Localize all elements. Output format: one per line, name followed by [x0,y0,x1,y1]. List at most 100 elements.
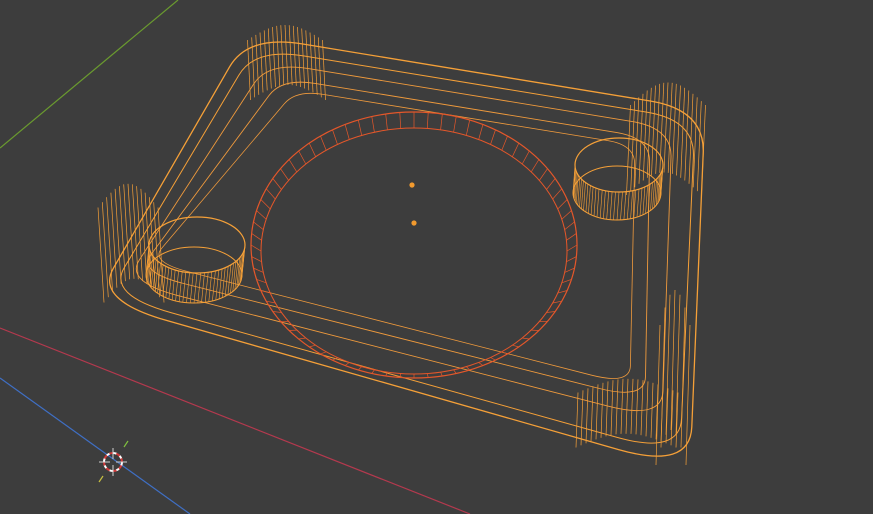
corner-fan-top-left [259,32,264,93]
ring-segment [320,351,327,355]
corner-fan-bottom-right [630,378,634,434]
cup-wall-edge [652,180,655,209]
cup-wall-edge [585,184,589,213]
corner-fan-bottom-right [585,388,589,444]
ring-segment [272,178,282,190]
corner-fan-bottom-right [620,378,624,434]
corner-fan-right [675,294,681,435]
cup-wall-edge [606,191,609,220]
corner-fan-top-right [663,82,669,173]
corner-fan-bottom-right [650,382,654,438]
tray-body-wireframe[interactable] [108,41,704,457]
ring-segment [564,267,575,273]
cup-wall-edge [596,189,600,218]
corner-fan-right [660,307,666,448]
ring-segment [288,159,298,173]
ring-segment [280,168,289,181]
corner-fan-top-left [309,32,314,93]
object-origin-dot[interactable] [409,182,415,188]
center-ring-wireframe[interactable] [250,111,578,379]
corner-fan-top-right [680,87,686,178]
ring-segment [501,351,508,355]
cup-wall-edge [645,185,648,214]
cup-wall-edge [593,187,597,217]
ring-segment [256,210,267,220]
ring-segment [251,256,262,263]
corner-fan-top-right [651,85,656,176]
left-cup-holder-wireframe[interactable] [145,216,246,304]
ring-segment [253,267,264,273]
ring-segment [308,142,317,157]
ring-segment [511,142,520,157]
ring-segment [371,116,375,133]
cup-top-rim [148,216,246,274]
corner-fan-bottom-right [575,392,579,448]
ring-segment [566,256,577,263]
corner-fan-bottom-right [590,386,594,442]
ring-segment [266,188,276,200]
ring-segment [332,129,338,145]
cup-wall-edge [623,191,627,220]
cup-wall-edge [609,191,613,220]
corner-fan-top-left [263,30,268,91]
ring-segment [512,344,519,348]
corner-fan-bottom-right [580,390,584,446]
ring-segment [501,135,508,151]
corner-fan-top-right [642,90,648,181]
cup-wall-edge [599,189,603,218]
corner-fan-left [97,207,105,303]
ring-inner [260,127,568,375]
axis-lines [0,0,471,514]
corner-fan-top-left [292,25,297,86]
corner-fan-top-right [676,85,681,176]
corner-fan-top-right [701,104,706,196]
corner-fan-right [680,307,686,448]
cup-wall-edge [639,187,643,217]
corner-fan-top-right [684,90,690,181]
y-axis-line [0,0,179,149]
tray-contour-0 [108,41,704,457]
corner-fan-bottom-right [625,378,629,434]
corner-fan-top-left [322,39,326,101]
tray-corner-edges [97,24,706,466]
ring-segment [530,159,540,173]
corner-fan-top-left [288,25,293,86]
ring-segment [440,113,443,130]
ring-segment [253,221,264,230]
ring-segment [478,362,484,366]
3d-cursor-icon[interactable] [98,440,129,483]
cup-wall-edge [178,271,183,302]
ring-segment [344,124,350,140]
cup-wall-edge [208,271,213,302]
cup-wall-edge [627,191,630,220]
z-axis-line [0,377,191,514]
corner-fan-top-left [276,25,281,86]
ring-segment [298,337,306,340]
corner-fan-top-left [305,30,310,91]
ring-segment [440,371,443,377]
object-origin-dot[interactable] [411,220,417,226]
cup-wall-edge [171,269,176,300]
cup-wall-edge [616,191,620,221]
ring-segment [385,113,388,130]
viewport-canvas[interactable] [0,0,873,514]
cup-wall-edge [581,180,584,209]
ring-segment [344,362,350,366]
ring-segment [465,119,471,136]
ring-segment [399,112,402,129]
ring-segment [357,119,363,136]
cup-wall-edge [590,186,594,215]
cup-wall-edge [227,264,232,295]
3d-viewport[interactable] [0,0,873,514]
cup-wall-edge [588,185,591,214]
corner-fan-bottom-right [640,380,644,436]
corner-fan-top-right [671,83,677,174]
cup-wall-edge [579,179,582,208]
cup-wall-edge [603,190,606,219]
ring-outer [250,111,578,379]
corner-fan-top-left [284,24,289,86]
corner-fan-top-left [297,26,301,88]
cup-wall-edge [620,191,623,220]
ring-segment [557,199,568,210]
corner-fan-bottom-right [595,384,599,440]
